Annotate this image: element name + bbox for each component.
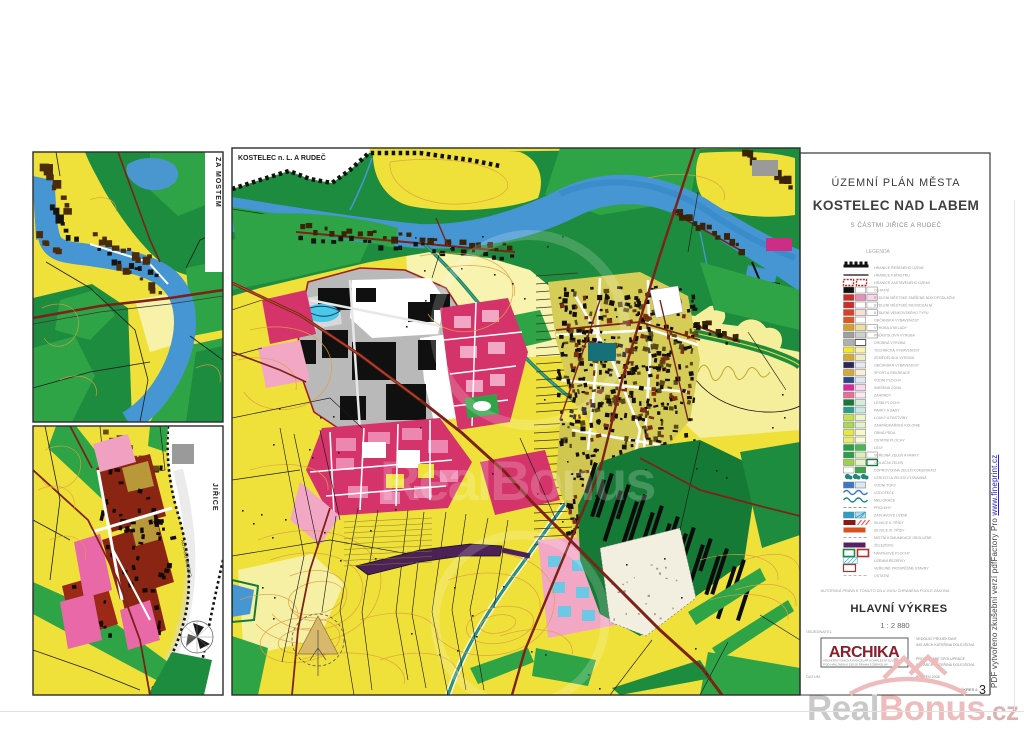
- svg-text:VEŘEJNÁ ZELEŇ A PARKY: VEŘEJNÁ ZELEŇ A PARKY: [874, 453, 920, 458]
- svg-text:BYDLENÍ MĚSTSKÉ SMÍŠENÉ NÍZKOP: BYDLENÍ MĚSTSKÉ SMÍŠENÉ NÍZKOPODLAŽNÍ: [874, 295, 955, 300]
- svg-text:LESNÍ PLOCHY: LESNÍ PLOCHY: [874, 401, 901, 405]
- svg-text:HRANICE ZASTAVĚNÉHO ÚZEMÍ: HRANICE ZASTAVĚNÉHO ÚZEMÍ: [874, 280, 930, 285]
- svg-text:ZÁPLAVOVÉ ÚZEMÍ: ZÁPLAVOVÉ ÚZEMÍ: [874, 513, 907, 518]
- svg-text:OBČANSKÁ VYBAVENOST: OBČANSKÁ VYBAVENOST: [874, 363, 920, 368]
- svg-text:HLAVNÍ VÝKRES: HLAVNÍ VÝKRES: [850, 602, 947, 615]
- svg-text:HRANICE ŘEŠENÉHO ÚZEMÍ: HRANICE ŘEŠENÉHO ÚZEMÍ: [874, 265, 924, 270]
- svg-text:LESY: LESY: [874, 446, 884, 450]
- svg-text:VZROSTLÁ ZELEŇ VÝZNAMNÁ: VZROSTLÁ ZELEŇ VÝZNAMNÁ: [874, 476, 927, 480]
- svg-text:ZAHRÁDKÁŘSKÉ KOLONIE: ZAHRÁDKÁŘSKÉ KOLONIE: [874, 423, 921, 428]
- svg-text:SMÍŠENÁ ZÓNA: SMÍŠENÁ ZÓNA: [874, 385, 902, 390]
- svg-text:ZAHRADY: ZAHRADY: [874, 394, 892, 398]
- svg-text:DATUM: DATUM: [806, 674, 820, 679]
- svg-text:1 : 2 880: 1 : 2 880: [880, 621, 909, 630]
- svg-text:OSTATNÍ PLOCHY: OSTATNÍ PLOCHY: [874, 439, 905, 443]
- svg-text:DROBNÁ VÝROBA: DROBNÁ VÝROBA: [874, 341, 906, 345]
- svg-text:BYDLENÍ VENKOVSKÉHO TYPU: BYDLENÍ VENKOVSKÉHO TYPU: [874, 310, 929, 315]
- svg-text:OBJEDNATEL: OBJEDNATEL: [806, 629, 833, 634]
- svg-text:S ČÁSTMI JIŘICE A RUDEČ: S ČÁSTMI JIŘICE A RUDEČ: [851, 221, 942, 229]
- svg-text:SILNICE III. TŘÍDY: SILNICE III. TŘÍDY: [874, 528, 905, 533]
- svg-text:VEDOUCÍ PROJEKTANT: VEDOUCÍ PROJEKTANT: [916, 637, 958, 641]
- svg-text:AUTORSKÁ PRÁVA K TOMUTO DÍLU J: AUTORSKÁ PRÁVA K TOMUTO DÍLU JSOU CHRÁNĚ…: [821, 588, 950, 593]
- svg-text:BYDLENÍ MĚSTSKÉ INDIVIDUÁLNÍ: BYDLENÍ MĚSTSKÉ INDIVIDUÁLNÍ: [874, 303, 932, 308]
- svg-text:OBČANSKÁ VYBAVENOST: OBČANSKÁ VYBAVENOST: [874, 318, 920, 323]
- svg-text:HRANICE KATASTRU: HRANICE KATASTRU: [874, 274, 910, 278]
- svg-text:NÁVRHOVÉ PLOCHY: NÁVRHOVÉ PLOCHY: [874, 551, 911, 556]
- svg-text:VÝROBA A SKLADY: VÝROBA A SKLADY: [874, 326, 908, 330]
- svg-text:PARKY A SADY: PARKY A SADY: [874, 409, 900, 413]
- svg-text:VEŘEJNĚ PROSPĚŠNÉ STAVBY: VEŘEJNĚ PROSPĚŠNÉ STAVBY: [874, 566, 929, 571]
- svg-text:ORNÁ PŮDA: ORNÁ PŮDA: [874, 430, 896, 435]
- svg-text:ŽELEZNICE: ŽELEZNICE: [874, 543, 894, 548]
- svg-text:PRŮMYSLOVÁ VÝROBA: PRŮMYSLOVÁ VÝROBA: [874, 333, 916, 338]
- svg-text:MELIORACE: MELIORACE: [874, 499, 896, 503]
- svg-text:LOUKY A PASTVINY: LOUKY A PASTVINY: [874, 416, 908, 420]
- svg-text:LEGENDA: LEGENDA: [866, 249, 891, 255]
- svg-text:ÚZEMNÍ PLÁN MĚSTA: ÚZEMNÍ PLÁN MĚSTA: [832, 176, 961, 189]
- svg-text:JIŘICE: JIŘICE: [211, 483, 220, 512]
- svg-text:IZOLAČNÍ ZELEŇ: IZOLAČNÍ ZELEŇ: [874, 460, 904, 465]
- svg-text:KOSTELEC NAD LABEM: KOSTELEC NAD LABEM: [813, 198, 980, 213]
- svg-text:ING ARCH KATEŘINA DOLEJŠOVÁ: ING ARCH KATEŘINA DOLEJŠOVÁ: [916, 642, 975, 647]
- svg-text:ZA MOSTEM: ZA MOSTEM: [214, 157, 221, 208]
- svg-text:ÚZEMNÍ REZERVY: ÚZEMNÍ REZERVY: [874, 558, 906, 563]
- svg-text:SILNICE II. TŘÍDY: SILNICE II. TŘÍDY: [874, 520, 904, 525]
- svg-text:ZEMĚDĚLSKÁ VÝROBA: ZEMĚDĚLSKÁ VÝROBA: [874, 355, 915, 360]
- svg-text:RealBonus: RealBonus: [380, 449, 655, 512]
- svg-text:OSTATNÍ: OSTATNÍ: [874, 289, 889, 293]
- svg-text:DOPROVODNÁ ZELEŇ KOMUNIKACÍ: DOPROVODNÁ ZELEŇ KOMUNIKACÍ: [874, 469, 936, 473]
- svg-text:VODNÍ PLOCHY: VODNÍ PLOCHY: [874, 379, 902, 383]
- svg-text:VODNÍ TOKY: VODNÍ TOKY: [874, 484, 897, 488]
- svg-text:PRŮLEHY: PRŮLEHY: [874, 505, 892, 510]
- svg-text:MÍSTNÍ KOMUNIKACE OBSLUŽNÉ: MÍSTNÍ KOMUNIKACE OBSLUŽNÉ: [874, 535, 932, 540]
- svg-text:SPORT A REKREACE: SPORT A REKREACE: [874, 371, 911, 375]
- svg-text:VODOTEČE: VODOTEČE: [874, 490, 895, 495]
- svg-text:TECHNICKÁ VYBAVENOST: TECHNICKÁ VYBAVENOST: [874, 349, 921, 353]
- svg-text:KOSTELEC n. L. A RUDEČ: KOSTELEC n. L. A RUDEČ: [238, 153, 326, 162]
- svg-text:OSTATNÍ: OSTATNÍ: [874, 574, 889, 578]
